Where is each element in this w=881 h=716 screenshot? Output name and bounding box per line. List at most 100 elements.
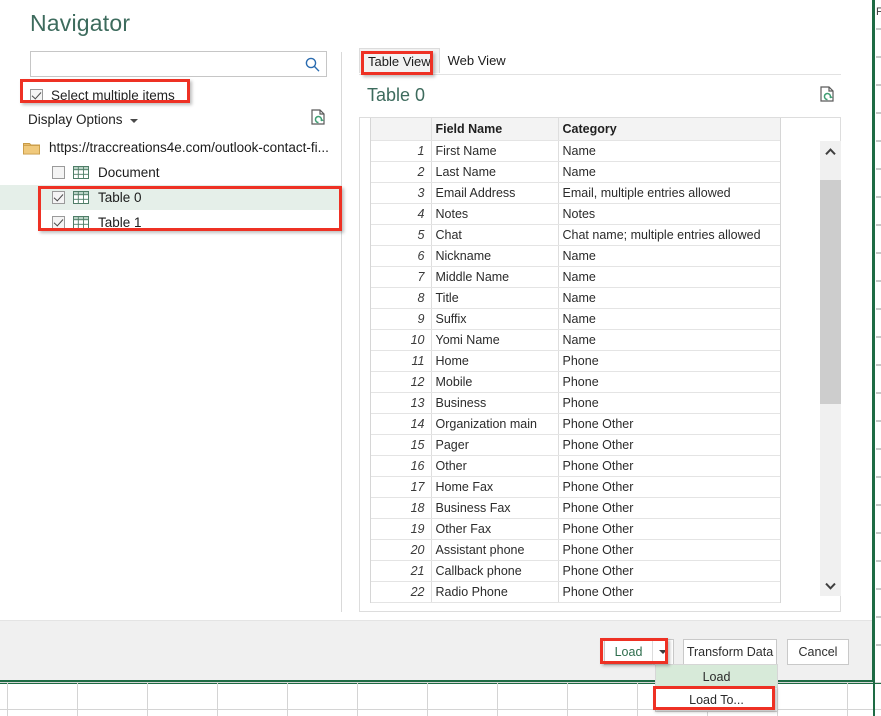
field-name-cell: Title [431,287,559,309]
table-row[interactable]: 14 Organization main Phone Other [371,413,780,435]
select-multiple-items-row[interactable]: Select multiple items [30,86,175,104]
field-name-cell: Yomi Name [431,329,559,351]
field-name-cell: Mobile [431,371,559,393]
tree-item-checkbox[interactable] [52,216,65,229]
field-name-cell: Email Address [431,182,559,204]
table-row[interactable]: 2 Last Name Name [371,161,780,183]
preview-table-wrapper: Field Name Category 1 First Name Name 2 Last… [370,117,781,603]
tab-web-view[interactable]: Web View [439,48,514,73]
category-cell: Chat name; multiple entries allowed [558,224,780,246]
table-row[interactable]: 12 Mobile Phone [371,371,780,393]
preview-tabstrip: Table View Web View [359,48,514,73]
chevron-down-icon [659,650,667,654]
table-row[interactable]: 5 Chat Chat name; multiple entries allowed [371,224,780,246]
search-box[interactable] [30,51,327,77]
chevron-down-icon[interactable] [129,119,138,123]
table-row[interactable]: 21 Callback phone Phone Other [371,560,780,582]
pane-divider [341,52,342,612]
preview-title: Table 0 [367,85,426,105]
category-cell: Name [558,287,780,309]
table-row[interactable]: 7 Middle Name Name [371,266,780,288]
column-header-field-name[interactable]: Field Name [431,118,559,141]
display-options-dropdown[interactable]: Display Options [28,112,138,127]
column-header-category[interactable]: Category [558,118,780,141]
table-row[interactable]: 6 Nickname Name [371,245,780,267]
table-row[interactable]: 16 Other Phone Other [371,455,780,477]
load-dropdown-menu: Load Load To... [655,664,778,712]
refresh-document-icon[interactable] [310,109,327,132]
table-row[interactable]: 8 Title Name [371,287,780,309]
table-row[interactable]: 13 Business Phone [371,392,780,414]
table-row[interactable]: 18 Business Fax Phone Other [371,497,780,519]
transform-data-button[interactable]: Transform Data [683,639,777,665]
field-name-cell: Home [431,350,559,372]
category-cell: Phone Other [558,434,780,456]
preview-table: Field Name Category 1 First Name Name 2 Last… [371,118,780,603]
row-number-cell: 10 [371,329,432,351]
chevron-up-icon[interactable] [820,141,841,162]
load-button[interactable]: Load [604,639,652,665]
navigator-dialog: Navigator Select multiple items Display … [0,0,874,682]
row-number-cell: 6 [371,245,432,267]
refresh-document-icon[interactable] [819,86,836,109]
category-cell: Phone Other [558,539,780,561]
grid-icon [73,191,89,204]
tab-label: Web View [447,53,506,68]
screen: F Navigator Select multiple items Displa… [0,0,881,716]
row-number-cell: 12 [371,371,432,393]
scrollbar-thumb[interactable] [820,180,841,404]
table-row[interactable]: 4 Notes Notes [371,203,780,225]
tree-item-document[interactable]: Document [0,160,341,185]
category-cell: Phone [558,371,780,393]
select-multiple-items-checkbox[interactable] [30,88,43,102]
chevron-down-icon[interactable] [820,575,841,596]
dialog-title: Navigator [30,10,131,36]
category-cell: Name [558,329,780,351]
row-number-cell: 21 [371,560,432,582]
row-number-cell: 16 [371,455,432,477]
search-icon[interactable] [304,56,321,73]
field-name-cell: Callback phone [431,560,559,582]
table-row[interactable]: 20 Assistant phone Phone Other [371,539,780,561]
category-cell: Name [558,161,780,183]
tree-item-checkbox[interactable] [52,191,65,204]
table-row[interactable]: 1 First Name Name [371,140,780,162]
category-cell: Phone Other [558,413,780,435]
tree-item-table-0[interactable]: Table 0 [0,185,341,210]
field-name-cell: Chat [431,224,559,246]
table-row[interactable]: 17 Home Fax Phone Other [371,476,780,498]
navigator-left-pane: Select multiple items Display Options ht… [0,43,341,620]
tree-item-table-1[interactable]: Table 1 [0,210,341,235]
row-number-cell: 9 [371,308,432,330]
preview-scrollbar[interactable] [820,141,841,596]
table-row[interactable]: 19 Other Fax Phone Other [371,518,780,540]
column-header-rownum[interactable] [371,118,432,141]
table-row[interactable]: 3 Email Address Email, multiple entries al… [371,182,780,204]
field-name-cell: Organization main [431,413,559,435]
table-row[interactable]: 15 Pager Phone Other [371,434,780,456]
cancel-button[interactable]: Cancel [787,639,849,665]
menu-item-load-to[interactable]: Load To... [656,688,777,711]
category-cell: Phone Other [558,560,780,582]
tree-item-checkbox[interactable] [52,166,65,179]
table-row[interactable]: 10 Yomi Name Name [371,329,780,351]
search-input[interactable] [37,52,299,76]
load-dropdown-button[interactable] [652,639,674,665]
grid-icon [73,216,89,229]
category-cell: Phone [558,392,780,414]
menu-item-label: Load [702,669,731,684]
table-row[interactable]: 11 Home Phone [371,350,780,372]
row-number-cell: 1 [371,140,432,162]
row-number-cell: 14 [371,413,432,435]
category-cell: Phone Other [558,455,780,477]
tree-root-node[interactable]: https://traccreations4e.com/outlook-cont… [0,135,341,160]
table-row[interactable]: 9 Suffix Name [371,308,780,330]
category-cell: Name [558,245,780,267]
field-name-cell: Last Name [431,161,559,183]
category-cell: Phone Other [558,476,780,498]
menu-item-load[interactable]: Load [656,665,777,688]
load-button-label: Load [614,645,643,659]
row-number-cell: 19 [371,518,432,540]
table-row[interactable]: 22 Radio Phone Phone Other [371,581,780,603]
tab-table-view[interactable]: Table View [359,48,440,73]
